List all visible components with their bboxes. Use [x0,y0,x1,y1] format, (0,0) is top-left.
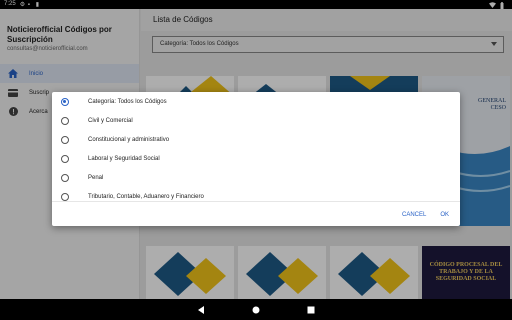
category-option-label: Categoría: Todos los Códigos [88,98,167,105]
category-option-label: Penal [88,174,104,181]
category-option-label: Constitucional y administrativo [88,136,170,143]
radio-icon [61,173,69,182]
cancel-button[interactable]: CANCEL [401,210,427,220]
category-option[interactable]: Penal [52,168,460,187]
ok-button[interactable]: OK [439,210,450,220]
radio-icon [61,192,69,201]
system-nav-bar [0,299,512,320]
radio-icon [61,154,69,163]
category-option[interactable]: Civil y Comercial [52,111,460,130]
category-dialog: Categoría: Todos los Códigos Civil y Com… [52,92,460,226]
category-option[interactable]: Laboral y Seguridad Social [52,149,460,168]
category-option[interactable]: Tributario, Contable, Aduanero y Financi… [52,187,460,201]
back-icon[interactable] [196,305,206,315]
category-options-list: Categoría: Todos los Códigos Civil y Com… [52,92,460,202]
category-option-label: Laboral y Seguridad Social [88,155,160,162]
home-nav-icon[interactable] [251,305,261,315]
category-option[interactable]: Categoría: Todos los Códigos [52,92,460,111]
radio-icon [61,135,69,144]
dialog-actions: CANCEL OK [401,210,450,220]
recents-icon[interactable] [306,305,316,315]
category-option[interactable]: Constitucional y administrativo [52,130,460,149]
category-option-label: Civil y Comercial [88,117,133,124]
radio-icon [61,116,69,125]
category-option-label: Tributario, Contable, Aduanero y Financi… [88,193,204,200]
radio-selected-icon [61,97,69,106]
